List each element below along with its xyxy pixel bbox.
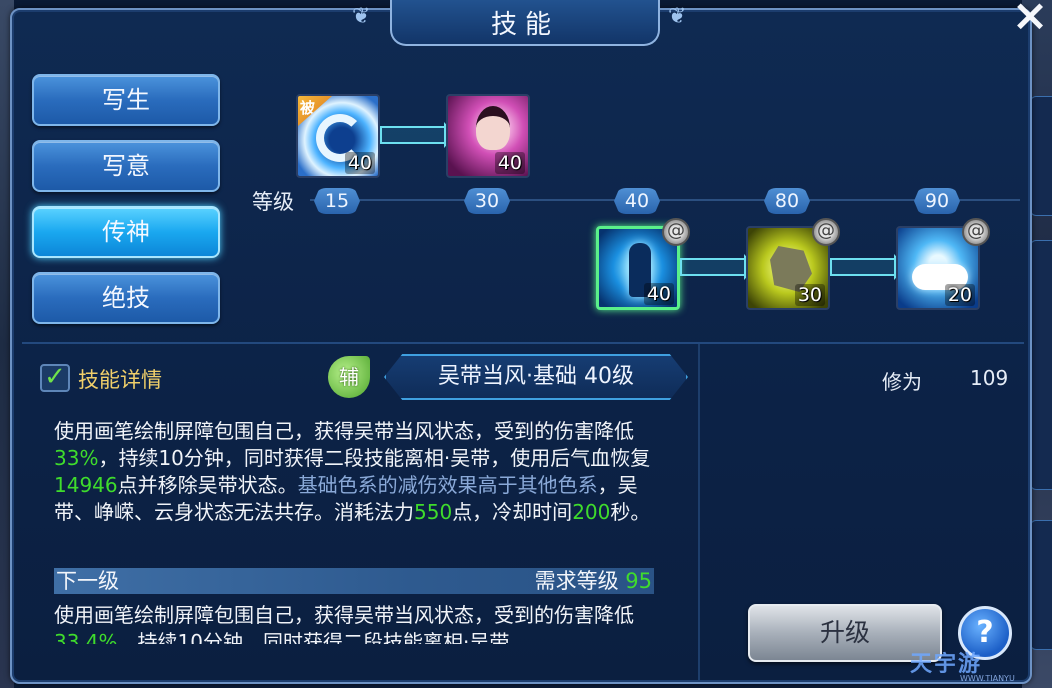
ornament-icon: ❦ <box>352 4 371 29</box>
watermark-url: WWW.TIANYU <box>960 674 1015 683</box>
level-pill: 80 <box>764 188 810 214</box>
assist-type-label: 辅 <box>339 365 359 389</box>
required-level-value: 95 <box>625 569 652 593</box>
skill-title: 吴带当风·基础 40级 <box>384 354 688 400</box>
tree-arrow <box>680 254 756 280</box>
next-level-label: 下一级 <box>56 569 119 593</box>
skill-node-maiden[interactable]: 40 <box>446 94 530 178</box>
window-title: 技能 <box>490 9 559 40</box>
next-level-description: 使用画笔绘制屏障包围自己，获得吴带当风状态，受到的伤害降低 33.4%，持续10分… <box>54 602 654 644</box>
nav-tab-xieyi[interactable]: 写意 <box>32 140 220 192</box>
next-level-bar: 下一级 需求等级 95 <box>54 568 654 594</box>
desc-value: 33% <box>54 446 99 470</box>
nav-tab-chuanshen[interactable]: 传神 <box>32 206 220 258</box>
level-track <box>310 199 1020 201</box>
skill-description: 使用画笔绘制屏障包围自己，获得吴带当风状态，受到的伤害降低 33%，持续10分钟，… <box>54 418 654 526</box>
level-pill: 30 <box>464 188 510 214</box>
level-label: 等级 <box>252 190 294 214</box>
skill-level: 40 <box>494 152 525 174</box>
level-pill: 90 <box>914 188 960 214</box>
nav-tab-jueji[interactable]: 绝技 <box>32 272 220 324</box>
title-plate: 技能 <box>390 0 660 46</box>
swirl-icon: @ <box>962 218 990 246</box>
ornament-icon: ❦ <box>668 4 687 29</box>
background-card <box>1030 240 1052 490</box>
close-icon[interactable]: × <box>1010 0 1050 38</box>
desc-value: 33.4% <box>54 630 118 644</box>
section-divider <box>22 342 1024 344</box>
level-pill: 40 <box>614 188 660 214</box>
desc-text: ，持续10分钟，同时获得二段技能离相·吴带，使用后气血恢复 <box>98 446 651 470</box>
background-card <box>1030 520 1052 650</box>
skill-level: 30 <box>794 284 825 306</box>
swirl-icon: @ <box>662 218 690 246</box>
skill-level: 40 <box>643 283 674 305</box>
desc-text: 点并移除吴带状态。 <box>117 473 298 497</box>
nav-tab-xiesheng[interactable]: 写生 <box>32 74 220 126</box>
desc-value: 550 <box>414 500 453 524</box>
panel-divider <box>698 344 700 680</box>
skill-node-water[interactable]: 被 40 <box>296 94 380 178</box>
skill-detail-label: 技能详情 <box>78 368 162 392</box>
tree-arrow <box>380 122 456 148</box>
cultivation-label: 修为 <box>882 370 922 394</box>
skill-level: 20 <box>944 284 975 306</box>
skill-detail-checkbox[interactable]: ✓ <box>40 364 70 392</box>
desc-text: 秒。 <box>610 500 651 524</box>
desc-value: 200 <box>572 500 611 524</box>
desc-text: ，持续10分钟，同时获得二段技能离相·吴带 <box>117 630 510 644</box>
skill-level: 40 <box>344 152 375 174</box>
assist-type-icon: 辅 <box>328 356 370 398</box>
required-level: 需求等级 95 <box>535 568 652 594</box>
tree-arrow <box>830 254 906 280</box>
background-card <box>1030 96 1052 216</box>
desc-text: 使用画笔绘制屏障包围自己，获得吴带当风状态，受到的伤害降低 <box>54 419 634 443</box>
swirl-icon: @ <box>812 218 840 246</box>
level-pill: 15 <box>314 188 360 214</box>
desc-value: 14946 <box>54 473 118 497</box>
required-level-label: 需求等级 <box>534 569 619 593</box>
desc-text: 点，冷却时间 <box>452 500 573 524</box>
cultivation-value: 109 <box>970 366 1009 390</box>
desc-note: 基础色系的减伤效果高于其他色系 <box>297 473 598 497</box>
maiden-portrait-icon <box>476 106 510 150</box>
desc-text: 使用画笔绘制屏障包围自己，获得吴带当风状态，受到的伤害降低 <box>54 603 634 627</box>
